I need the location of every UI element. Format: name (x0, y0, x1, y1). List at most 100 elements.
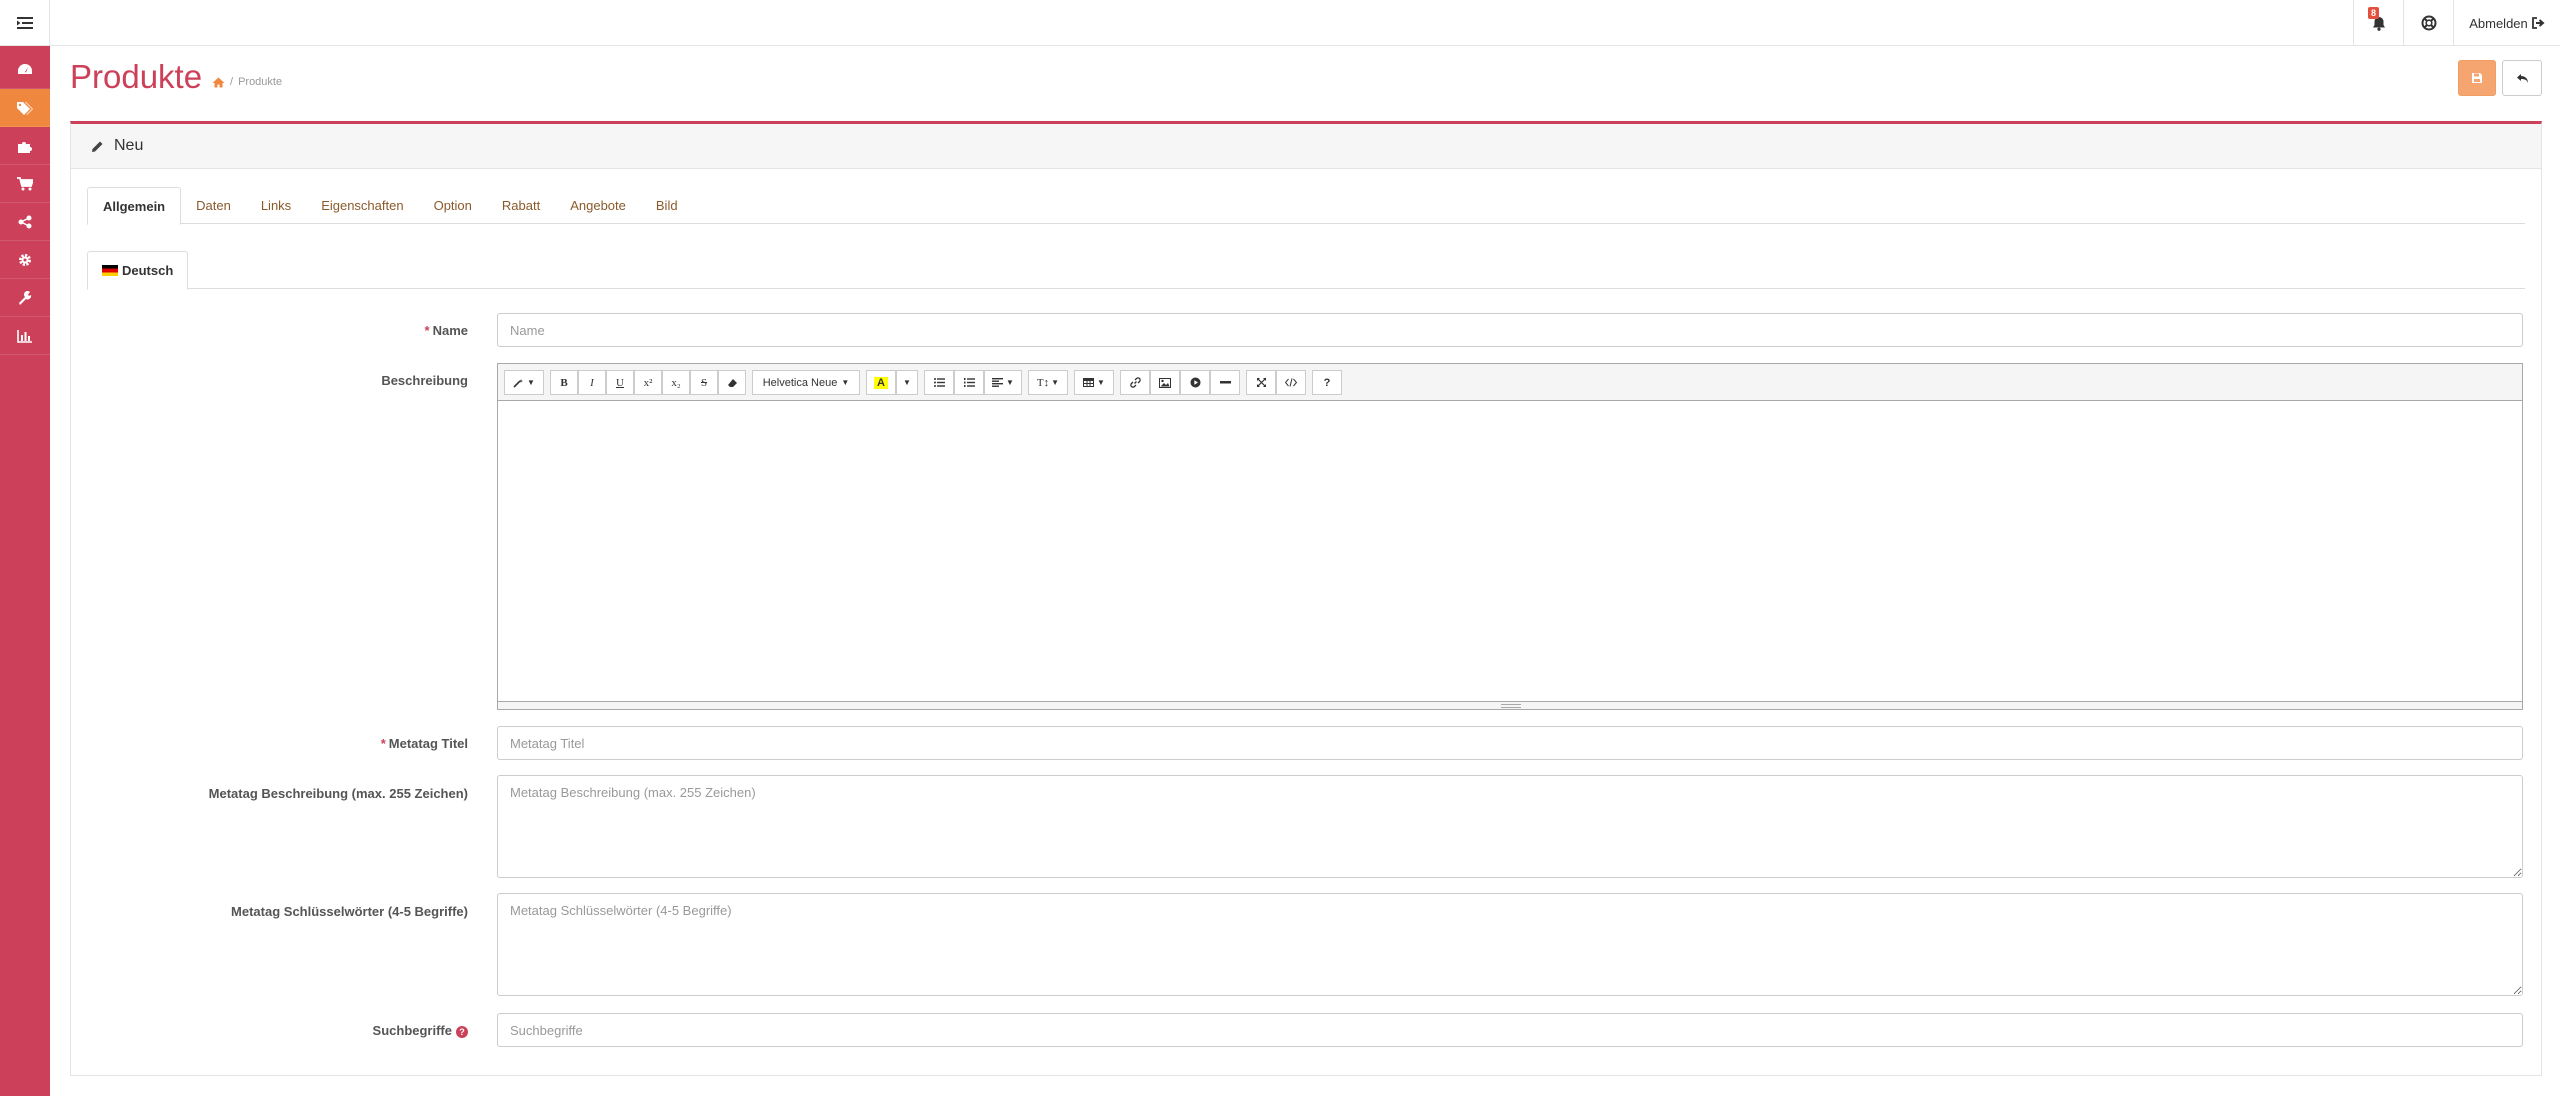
tab-eigenschaften[interactable]: Eigenschaften (306, 187, 418, 224)
strikethrough-button[interactable]: S (690, 370, 718, 395)
color-dropdown[interactable]: ▼ (896, 370, 918, 395)
shopping-cart-icon (17, 176, 33, 190)
dashboard-icon (18, 63, 32, 74)
bar-chart-icon (17, 329, 32, 343)
product-tabs: Allgemein Daten Links Eigenschaften Opti… (87, 187, 2525, 225)
tab-daten[interactable]: Daten (181, 187, 246, 224)
sidebar-item-system[interactable] (0, 241, 50, 279)
line-height-dropdown[interactable]: T↕ ▼ (1028, 370, 1068, 395)
panel-title: Neu (114, 137, 144, 154)
logout-button[interactable]: Abmelden (2453, 0, 2560, 46)
resize-grip-icon (1501, 704, 1521, 708)
description-editor: ▼ B I U x² x₂ S Helvetica Neue ▼ A ▼ ▼ T↕… (497, 363, 2523, 710)
video-icon (1190, 377, 1200, 388)
text-height-icon: T↕ (1036, 376, 1050, 389)
sidebar-item-sales[interactable] (0, 165, 50, 203)
editor-resize-bar[interactable] (498, 701, 2522, 709)
picture-icon (1159, 377, 1171, 388)
tab-bild[interactable]: Bild (641, 187, 693, 224)
video-button[interactable] (1180, 370, 1210, 395)
sidebar-item-marketing[interactable] (0, 203, 50, 241)
expand-icon (1256, 378, 1266, 387)
reply-icon (2516, 73, 2528, 83)
notifications-button[interactable]: 8 (2353, 0, 2403, 46)
sidebar-item-tools[interactable] (0, 279, 50, 317)
eraser-icon (727, 378, 737, 387)
font-color-icon: A (874, 376, 888, 389)
tab-option[interactable]: Option (419, 187, 487, 224)
sidebar-item-reports[interactable] (0, 317, 50, 355)
sidebar-item-extensions[interactable] (0, 127, 50, 165)
notification-badge: 8 (2368, 7, 2380, 19)
floppy-disk-icon (2472, 73, 2482, 83)
tab-links[interactable]: Links (246, 187, 306, 224)
list-ul-icon (933, 378, 945, 387)
ordered-list-button[interactable] (954, 370, 984, 395)
tab-angebote[interactable]: Angebote (555, 187, 641, 224)
table-dropdown[interactable]: ▼ (1074, 370, 1114, 395)
magic-wand-icon (513, 378, 524, 388)
tab-allgemein[interactable]: Allgemein (87, 187, 182, 225)
back-button[interactable] (2502, 60, 2542, 96)
minus-icon (1219, 381, 1231, 384)
page-title: Produkte (70, 58, 203, 95)
meta-keywords-textarea[interactable] (497, 893, 2523, 996)
help-button[interactable] (2403, 0, 2453, 46)
unordered-list-button[interactable] (924, 370, 954, 395)
description-label: Beschreibung (381, 373, 468, 388)
search-terms-input[interactable] (497, 1013, 2523, 1047)
superscript-button[interactable]: x² (634, 370, 662, 395)
align-left-icon (992, 378, 1004, 387)
share-icon (18, 215, 32, 228)
tab-language-deutsch[interactable]: Deutsch (87, 251, 189, 290)
pencil-icon (92, 141, 103, 152)
subscript-button[interactable]: x₂ (662, 370, 690, 395)
bold-button[interactable]: B (550, 370, 578, 395)
editor-toolbar: ▼ B I U x² x₂ S Helvetica Neue ▼ A ▼ ▼ T↕… (498, 364, 2522, 401)
font-name-value: Helvetica Neue (762, 376, 838, 389)
life-ring-icon (2421, 15, 2436, 31)
sidebar-item-dashboard[interactable] (0, 51, 50, 89)
description-editor-area[interactable] (498, 401, 2522, 701)
horizontal-rule-button[interactable] (1210, 370, 1240, 395)
question-circle-icon[interactable]: ? (456, 1025, 468, 1038)
underline-button[interactable]: U (606, 370, 634, 395)
image-button[interactable] (1150, 370, 1180, 395)
link-icon (1129, 377, 1141, 388)
color-button[interactable]: A (866, 370, 896, 395)
search-terms-label: Suchbegriffe? (373, 1023, 468, 1038)
sign-out-icon (2531, 17, 2545, 29)
save-button[interactable] (2458, 60, 2496, 96)
table-icon (1083, 378, 1095, 387)
german-flag-icon (102, 265, 118, 276)
breadcrumb-current[interactable]: Produkte (238, 76, 282, 88)
meta-description-label: Metatag Beschreibung (max. 255 Zeichen) (208, 786, 468, 801)
clear-format-button[interactable] (718, 370, 746, 395)
wrench-icon (19, 290, 32, 305)
logout-label: Abmelden (2469, 15, 2528, 31)
meta-description-textarea[interactable] (497, 775, 2523, 878)
code-view-button[interactable] (1276, 370, 1306, 395)
language-tabs: Deutsch (87, 251, 2525, 290)
meta-title-input[interactable] (497, 726, 2523, 760)
menu-toggle-icon (16, 16, 33, 29)
link-button[interactable] (1120, 370, 1150, 395)
breadcrumb: / Produkte (212, 76, 282, 88)
tab-rabatt[interactable]: Rabatt (487, 187, 555, 224)
paragraph-dropdown[interactable]: ▼ (984, 370, 1022, 395)
sidebar-item-catalog[interactable] (0, 89, 50, 127)
home-icon[interactable] (212, 77, 225, 88)
fullscreen-button[interactable] (1246, 370, 1276, 395)
style-dropdown[interactable]: ▼ (504, 370, 544, 395)
name-input[interactable] (497, 313, 2523, 347)
sidebar-toggle-button[interactable] (0, 0, 50, 46)
editor-help-button[interactable]: ? (1312, 370, 1342, 395)
meta-keywords-label: Metatag Schlüsselwörter (4-5 Begriffe) (231, 904, 468, 919)
meta-title-label: * Metatag Titel (380, 736, 468, 751)
italic-button[interactable]: I (578, 370, 606, 395)
sidebar (0, 0, 50, 1096)
breadcrumb-separator: / (230, 76, 234, 88)
font-name-dropdown[interactable]: Helvetica Neue ▼ (752, 370, 860, 395)
language-label: Deutsch (122, 263, 174, 278)
code-icon (1285, 378, 1297, 387)
